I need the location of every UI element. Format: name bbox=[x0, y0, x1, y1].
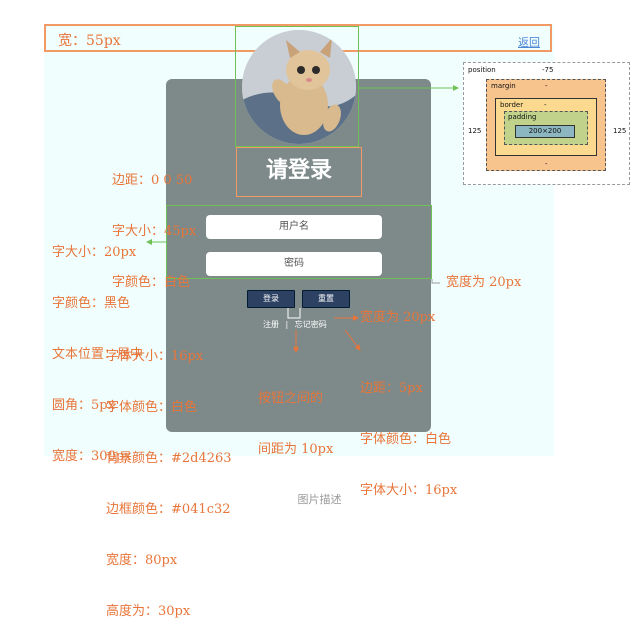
input-annotation-line: 字颜色：黑色 bbox=[52, 296, 131, 311]
title-annotation-line: 边距：0 0 50 bbox=[112, 173, 193, 188]
input-gap-connector bbox=[431, 279, 440, 284]
image-caption: 图片描述 bbox=[297, 493, 342, 506]
box-model-padding-label: padding bbox=[508, 113, 537, 121]
link-annotation-line: 边距：5px bbox=[360, 381, 423, 396]
box-model-dash: - bbox=[544, 101, 547, 109]
box-model-right-value: 125 bbox=[613, 127, 627, 135]
button-annotation-line: 高度为：30px bbox=[106, 604, 191, 619]
box-model-diagram: position -75 125 125 margin - - border -… bbox=[463, 62, 630, 185]
box-model-border: border - padding 200×200 bbox=[495, 98, 597, 156]
box-model-margin-label: margin bbox=[491, 82, 516, 90]
input-annotation-line: 字大小：20px bbox=[52, 245, 137, 260]
button-annotation-line: 字体颜色：白色 bbox=[106, 400, 198, 415]
button-annotation-line: 宽度：80px bbox=[106, 553, 178, 568]
button-spacing-line: 按钮之间的 bbox=[258, 391, 324, 406]
link-connector bbox=[344, 329, 361, 351]
button-gap-annotation: 宽度为 20px bbox=[360, 310, 436, 325]
button-spacing-bracket bbox=[287, 308, 301, 319]
button-annotation-line: 背景颜色：#2d4263 bbox=[106, 451, 232, 466]
box-model-padding: padding 200×200 bbox=[504, 111, 588, 145]
button-annotation: 字体大小：16px 字体颜色：白色 背景颜色：#2d4263 边框颜色：#041… bbox=[106, 314, 232, 637]
button-annotation-line: 字体大小：16px bbox=[106, 349, 204, 364]
box-model-position-value: -75 bbox=[542, 66, 554, 74]
link-annotation-line: 字体颜色：白色 bbox=[360, 432, 452, 447]
button-spacing-line: 间距为 10px bbox=[258, 442, 334, 457]
input-gap-annotation: 宽度为 20px bbox=[446, 275, 522, 290]
box-model-dash: - bbox=[545, 160, 548, 168]
box-model-left-value: 125 bbox=[468, 127, 482, 135]
box-model-dash: - bbox=[545, 82, 548, 90]
box-model-position-label: position bbox=[468, 66, 496, 74]
button-spacing-annotation: 按钮之间的 间距为 10px bbox=[258, 356, 333, 475]
box-model-margin: margin - - border - padding 200×200 bbox=[486, 79, 606, 171]
box-model-content: 200×200 bbox=[515, 125, 575, 138]
box-model-border-label: border bbox=[500, 101, 524, 109]
